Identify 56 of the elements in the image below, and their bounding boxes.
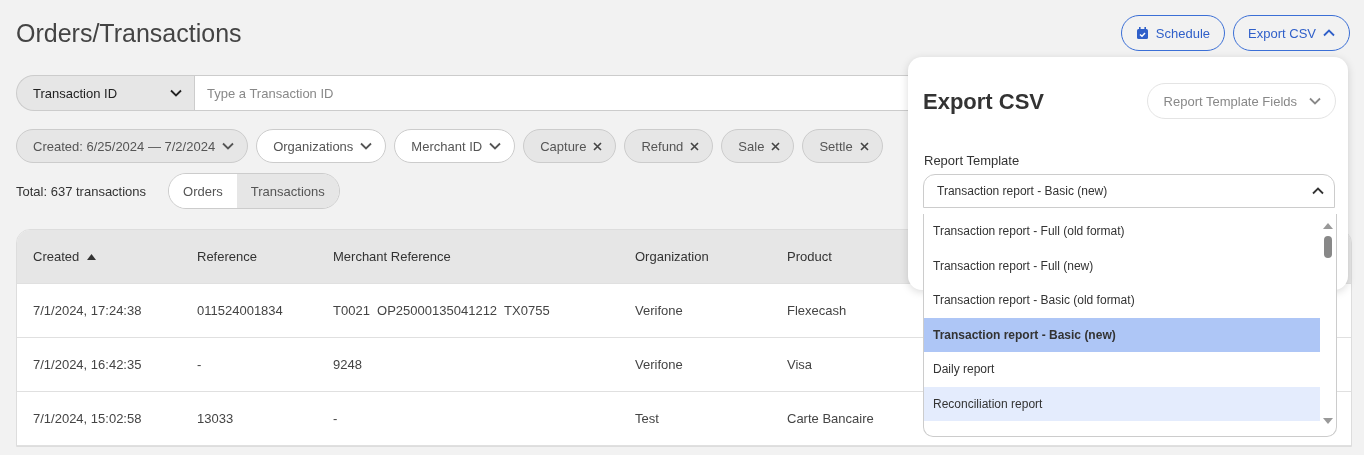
filter-chip[interactable]: Organizations [256,129,387,163]
template-option[interactable]: Transaction report - Basic (new) [924,317,1320,352]
table-cell-text: 9248 [332,357,363,372]
column-header[interactable]: Product [771,249,911,264]
table-cell-text: 7/1/2024, 15:02:58 [32,411,143,426]
chevron-up-icon [1312,187,1324,195]
filter-chip[interactable]: Settle [802,129,883,163]
chevron-down-icon [360,142,373,150]
close-icon[interactable] [593,141,603,151]
chevron-up-icon [1323,29,1335,37]
template-option[interactable]: Transaction report - Basic (old format) [924,283,1320,318]
view-tab[interactable]: Transactions [236,174,339,208]
template-option[interactable]: Transaction report - Full (new) [924,248,1320,283]
template-option[interactable]: Daily report [924,352,1320,387]
table-cell-text: - [196,357,203,372]
table-cell-text: Visa [786,357,814,372]
table-cell-text: Verifone [634,357,684,372]
scroll-down-icon[interactable] [1323,418,1333,424]
field-label: Report Template [924,153,1020,168]
table-cell-text: Flexecash [786,303,848,318]
template-fields-dropdown[interactable]: Report Template Fields [1146,83,1336,119]
table-cell-text: T0021 OP25000135041212 TX0755 [332,303,551,318]
chevron-down-icon [489,142,502,150]
table-cell-text: 7/1/2024, 16:42:35 [32,357,143,372]
table-cell-text: 011524001834 [196,303,284,318]
table-cell-text: 7/1/2024, 17:24:38 [32,303,143,318]
close-icon[interactable] [771,141,781,151]
view-tab[interactable]: Orders [169,174,237,208]
column-header[interactable]: Organization [619,249,771,264]
chevron-down-icon [222,142,235,150]
filter-chip[interactable]: Created: 6/25/2024 — 7/2/2024 [16,129,249,163]
chevron-down-icon [170,89,182,97]
template-select[interactable]: Transaction report - Basic (new) [923,174,1335,208]
template-option[interactable]: Transaction report - Full (old format) [924,214,1320,249]
template-option[interactable]: Reconciliation report [924,386,1320,421]
table-cell-text: Test [634,411,660,426]
close-icon[interactable] [859,141,869,151]
filter-chip[interactable]: Merchant ID [394,129,516,163]
search-type-dropdown[interactable]: Transaction ID [16,75,194,111]
filter-chip[interactable]: Capture [523,129,617,163]
column-header[interactable]: Merchant Reference [317,249,619,264]
page-title: Orders/Transactions [16,18,242,48]
scrollbar-thumb[interactable] [1324,236,1332,258]
close-icon[interactable] [690,141,700,151]
table-cell-text: Carte Bancaire [786,411,875,426]
table-cell-text: Verifone [634,303,684,318]
filter-chip[interactable]: Sale [721,129,795,163]
column-header[interactable]: Created [17,249,181,264]
sort-up-icon [87,253,97,260]
table-cell-text: 13033 [196,411,235,426]
column-header[interactable]: Reference [181,249,317,264]
table-cell-text: - [332,411,339,426]
total-count: Total: 637 transactions [16,183,147,199]
calendar-icon [1135,26,1149,40]
chevron-down-icon [1309,97,1321,105]
filter-chip[interactable]: Refund [624,129,714,163]
